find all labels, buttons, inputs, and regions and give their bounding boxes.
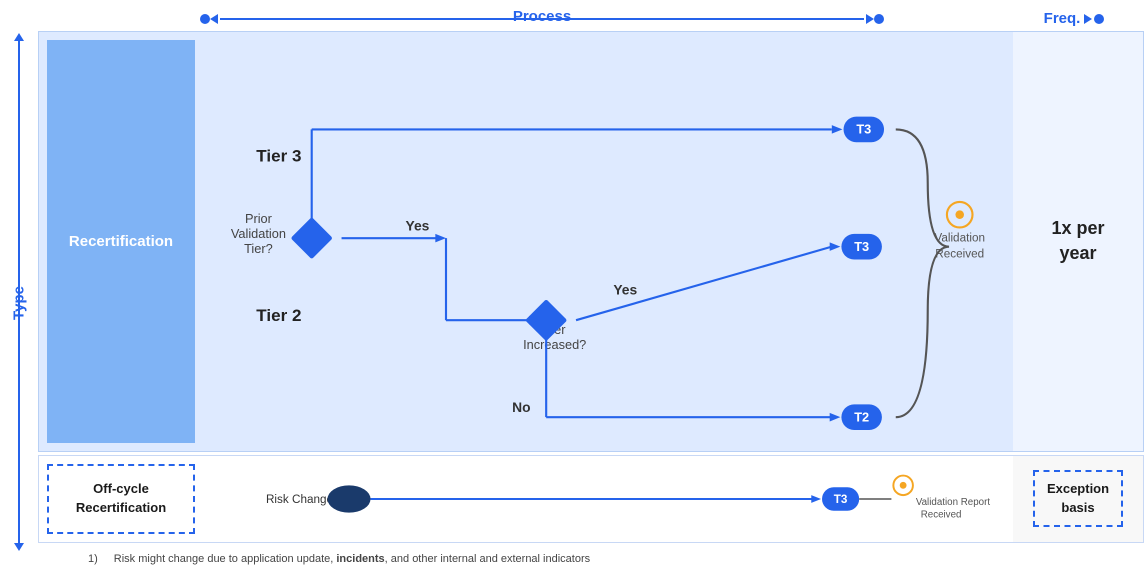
- svg-text:Increased?: Increased?: [523, 337, 586, 352]
- flowchart-svg: Tier 3 Tier 2 Prior Validation Tier?: [203, 32, 1013, 451]
- svg-text:Validation: Validation: [934, 231, 985, 244]
- freq-axis-dot: [1094, 14, 1104, 24]
- freq-section: 1x per year: [1013, 32, 1143, 451]
- svg-text:T3: T3: [834, 493, 848, 506]
- recert-label: Recertification: [69, 232, 173, 252]
- exception-label: Exception basis: [1047, 481, 1109, 514]
- svg-text:Risk Change¹: Risk Change¹: [266, 493, 337, 506]
- offcycle-box: Off-cycle Recertification: [47, 464, 195, 534]
- process-arrow-right: [866, 14, 874, 24]
- svg-text:Yes: Yes: [613, 282, 637, 298]
- flowchart-area: Tier 3 Tier 2 Prior Validation Tier?: [203, 32, 1013, 451]
- svg-text:T3: T3: [856, 122, 871, 137]
- svg-text:No: No: [512, 399, 530, 415]
- freq-value: 1x per year: [1051, 216, 1104, 266]
- svg-text:Received: Received: [921, 509, 962, 520]
- recert-box: Recertification: [47, 40, 195, 443]
- offcycle-flow: Risk Change¹ T3: [203, 456, 1013, 542]
- offcycle-section: Off-cycle Recertification Risk Change¹: [38, 455, 1144, 543]
- exception-box: Exception basis: [1033, 470, 1123, 526]
- process-label: Process: [513, 8, 571, 25]
- tier2-text: Tier 2: [256, 306, 301, 325]
- footnote: 1) Risk might change due to application …: [38, 543, 1144, 575]
- svg-text:Validation: Validation: [231, 226, 286, 241]
- exception-section: Exception basis: [1013, 456, 1143, 542]
- process-arrow-left: [210, 14, 218, 24]
- offcycle-svg: Risk Change¹ T3: [203, 456, 1013, 542]
- recert-section: Recertification Tier 3 Tier 2 Prior Vali…: [38, 31, 1144, 452]
- svg-text:T2: T2: [854, 409, 869, 424]
- tier3-text: Tier 3: [256, 146, 301, 165]
- diagram-col: Recertification Tier 3 Tier 2 Prior Vali…: [38, 31, 1144, 575]
- process-axis-right-dot: [874, 14, 884, 24]
- svg-text:T3: T3: [854, 239, 869, 254]
- footnote-text: Risk might change due to application upd…: [114, 553, 590, 565]
- footnote-number: 1): [88, 553, 98, 565]
- type-arrow-down: [14, 543, 24, 551]
- type-axis-col: Type: [0, 31, 38, 575]
- freq-axis-label: Freq.: [1044, 10, 1081, 27]
- type-label: Type: [11, 286, 28, 320]
- process-axis-left-dot: [200, 14, 210, 24]
- svg-text:Validation Report: Validation Report: [916, 497, 990, 508]
- svg-text:Tier?: Tier?: [244, 241, 273, 256]
- svg-text:Prior: Prior: [245, 211, 273, 226]
- offcycle-label: Off-cycle Recertification: [76, 480, 166, 516]
- process-axis-line: Process: [220, 18, 864, 20]
- svg-text:Yes: Yes: [406, 218, 430, 234]
- main-container: Process Freq. Type Recertification: [0, 0, 1144, 564]
- type-arrow-up: [14, 33, 24, 41]
- svg-text:Received: Received: [935, 247, 984, 260]
- freq-arrow: [1084, 14, 1092, 24]
